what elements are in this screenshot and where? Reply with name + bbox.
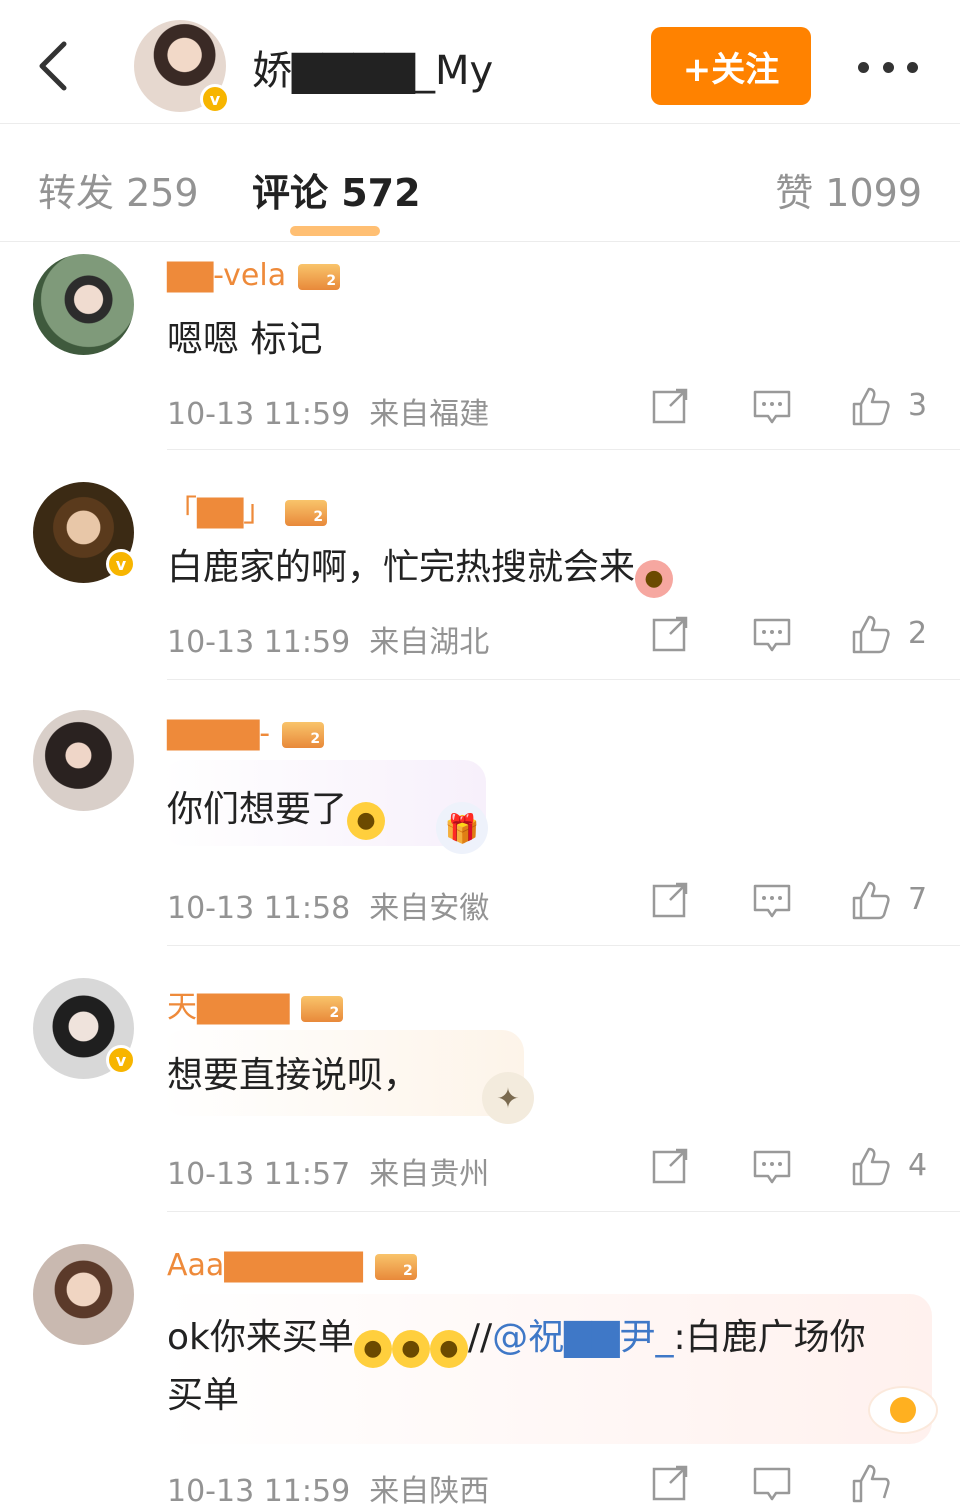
grin-emoji-icon: ● [391, 1330, 430, 1368]
grin-emoji-icon: ● [429, 1330, 468, 1368]
comment-meta: 10-13 11:59 来自湖北 [167, 625, 490, 660]
verified-badge-icon: v [106, 549, 136, 579]
like-count: 4 [908, 1148, 928, 1183]
comment-text: 白鹿家的啊，忙完热搜就会来 ● [167, 538, 674, 598]
avatar[interactable] [33, 254, 134, 355]
like-icon[interactable] [850, 1463, 890, 1503]
crown-level-icon [298, 263, 341, 290]
like-icon[interactable] [850, 386, 890, 426]
comment-text-line2: 买单 [167, 1375, 240, 1416]
comment-username[interactable]: 「▇▇」 [167, 486, 328, 530]
follow-button[interactable]: +关注 [651, 27, 811, 105]
share-icon[interactable] [650, 1146, 690, 1186]
like-icon[interactable] [850, 1146, 890, 1186]
comment-item: v 天▇▇▇▇ ✦ 想要直接说呗， 10-13 11:57 来自贵州 4 [0, 946, 960, 1212]
share-icon[interactable] [650, 614, 690, 654]
author-avatar[interactable]: v [134, 20, 230, 114]
comment-item: v 「▇▇」 白鹿家的啊，忙完热搜就会来● 10-13 11:59 来自湖北 2 [0, 450, 960, 680]
mention-link[interactable]: @祝▇▇尹_ [492, 1317, 673, 1358]
tab-comments[interactable]: 评论 572 [252, 162, 421, 217]
author-name[interactable]: 娇▇▇▇▇_My [252, 38, 493, 96]
compass-decoration-icon: ✦ [482, 1072, 534, 1124]
comment-actions [650, 1463, 940, 1503]
comment-username[interactable]: Aaa▇▇▇▇▇▇ [167, 1248, 417, 1283]
share-icon[interactable] [650, 1463, 690, 1503]
reply-icon[interactable] [752, 614, 792, 654]
grin-emoji-icon: ● [353, 1330, 392, 1368]
verified-badge-icon: v [106, 1045, 136, 1075]
avatar[interactable]: v [33, 482, 136, 583]
comment-actions: 7 [650, 880, 940, 920]
more-dots-icon[interactable] [858, 55, 918, 79]
crown-level-icon [374, 1253, 417, 1280]
like-count: 7 [908, 882, 928, 917]
comment-username[interactable]: ▇▇▇▇- [167, 716, 325, 751]
thinking-emoji-icon: ● [347, 802, 386, 840]
crown-level-icon [301, 995, 344, 1022]
avatar[interactable] [33, 1244, 134, 1345]
share-icon[interactable] [650, 386, 690, 426]
like-count: 2 [908, 616, 928, 651]
comment-item: ▇▇-vela 嗯嗯 标记 10-13 11:59 来自福建 3 [0, 242, 960, 450]
post-header: v 娇▇▇▇▇_My +关注 [0, 0, 960, 124]
tab-likes[interactable]: 赞 1099 [775, 162, 922, 217]
comment-actions: 4 [650, 1146, 940, 1186]
comment-actions: 2 [650, 614, 940, 654]
comment-username[interactable]: ▇▇-vela [167, 258, 341, 293]
comment-text: 你们想要了 ● [167, 780, 386, 840]
avatar[interactable] [33, 710, 134, 811]
comment-text: ok你来买单 ● ● ●//@祝▇▇尹_:白鹿广场你 [167, 1308, 866, 1368]
post-tabs: 转发 259 评论 572 赞 1099 [0, 124, 960, 242]
back-arrow-icon[interactable] [30, 36, 80, 96]
comment-text: 嗯嗯 标记 [167, 319, 323, 360]
like-count: 3 [908, 388, 928, 423]
like-icon[interactable] [850, 614, 890, 654]
comment-meta: 10-13 11:57 来自贵州 [167, 1157, 490, 1192]
crown-level-icon [282, 721, 325, 748]
bunny-gift-decoration-icon: 🎁 [436, 802, 488, 854]
active-tab-indicator [290, 226, 380, 236]
verified-badge-icon: v [200, 84, 230, 114]
comment-item: ▇▇▇▇- 🎁 你们想要了● 10-13 11:58 来自安徽 7 [0, 680, 960, 946]
pig-emoji-icon: ● [635, 560, 674, 598]
like-icon[interactable] [850, 880, 890, 920]
crown-level-icon [285, 499, 328, 526]
avatar[interactable]: v [33, 978, 136, 1079]
comment-meta: 10-13 11:59 来自福建 [167, 397, 490, 432]
reply-icon[interactable] [752, 386, 792, 426]
comment-actions: 3 [650, 386, 940, 426]
comment-username[interactable]: 天▇▇▇▇ [167, 982, 344, 1026]
comment-text: 想要直接说呗， [167, 1055, 420, 1096]
comment-meta: 10-13 11:58 来自安徽 [167, 891, 490, 926]
comment-item: Aaa▇▇▇▇▇▇ ok你来买单●●●//@祝▇▇尹_:白鹿广场你 买单 10-… [0, 1212, 960, 1512]
comment-meta: 10-13 11:59 来自陕西 [167, 1474, 490, 1509]
reply-icon[interactable] [752, 1146, 792, 1186]
tab-reposts[interactable]: 转发 259 [38, 162, 199, 217]
fried-egg-decoration-icon [870, 1388, 936, 1432]
reply-icon[interactable] [752, 880, 792, 920]
reply-icon[interactable] [752, 1463, 792, 1503]
share-icon[interactable] [650, 880, 690, 920]
